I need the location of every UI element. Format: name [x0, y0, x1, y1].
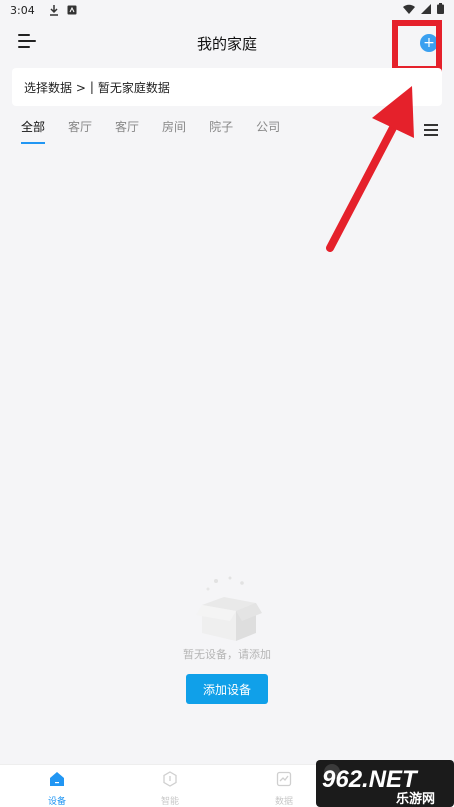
tabs-menu-icon[interactable]: [424, 124, 438, 136]
page-title: 我的家庭: [196, 34, 257, 53]
data-selector-prefix: 选择数据 >: [24, 80, 86, 95]
empty-box-icon: [196, 575, 262, 645]
nav-label-smart: 智能: [160, 797, 179, 807]
watermark-subtext: 乐游网: [396, 791, 435, 807]
data-selector[interactable]: 选择数据 > | 暂无家庭数据: [12, 68, 442, 106]
tab-room[interactable]: 房间: [162, 118, 186, 146]
menu-icon[interactable]: [18, 34, 36, 50]
nav-label-devices: 设备: [47, 797, 66, 807]
tab-company[interactable]: 公司: [256, 118, 280, 146]
smart-icon: [162, 771, 178, 791]
tab-yard[interactable]: 院子: [209, 118, 233, 146]
status-bar: 3:04: [0, 0, 454, 20]
home-icon: [49, 771, 65, 791]
nav-label-data: 数据: [274, 797, 293, 807]
screen: 3:04 我的家庭 + 选择数据 > | 暂无家庭数据 全部 客厅 客厅 房间 …: [0, 0, 454, 807]
download-icon: [49, 4, 59, 16]
data-selector-value: 暂无家庭数据: [97, 80, 170, 95]
add-icon[interactable]: +: [420, 34, 438, 52]
empty-message: 暂无设备，请添加: [183, 648, 271, 661]
battery-icon: [437, 3, 444, 17]
nav-item-devices[interactable]: 设备: [37, 771, 77, 807]
status-right: [403, 3, 444, 17]
room-tabs: 全部 客厅 客厅 房间 院子 公司: [0, 118, 454, 150]
notification-app-icon: [67, 5, 77, 15]
wifi-icon: [403, 4, 415, 17]
nav-item-data[interactable]: 数据: [264, 771, 304, 807]
data-selector-separator: |: [89, 80, 94, 94]
header: 我的家庭 +: [0, 26, 454, 60]
chart-icon: [276, 771, 292, 791]
status-time: 3:04: [10, 3, 35, 17]
signal-icon: [421, 3, 431, 17]
watermark-logo-mark: 962.NET 乐游网: [322, 764, 435, 807]
tab-living-room-2[interactable]: 客厅: [115, 118, 139, 146]
add-device-button[interactable]: 添加设备: [186, 674, 268, 704]
nav-item-smart[interactable]: 智能: [150, 771, 190, 807]
watermark-text: 962.NET: [322, 766, 419, 793]
tab-living-room-1[interactable]: 客厅: [68, 118, 92, 146]
tab-all[interactable]: 全部: [21, 118, 46, 146]
watermark-logo: 962.NET 乐游网: [316, 760, 454, 807]
